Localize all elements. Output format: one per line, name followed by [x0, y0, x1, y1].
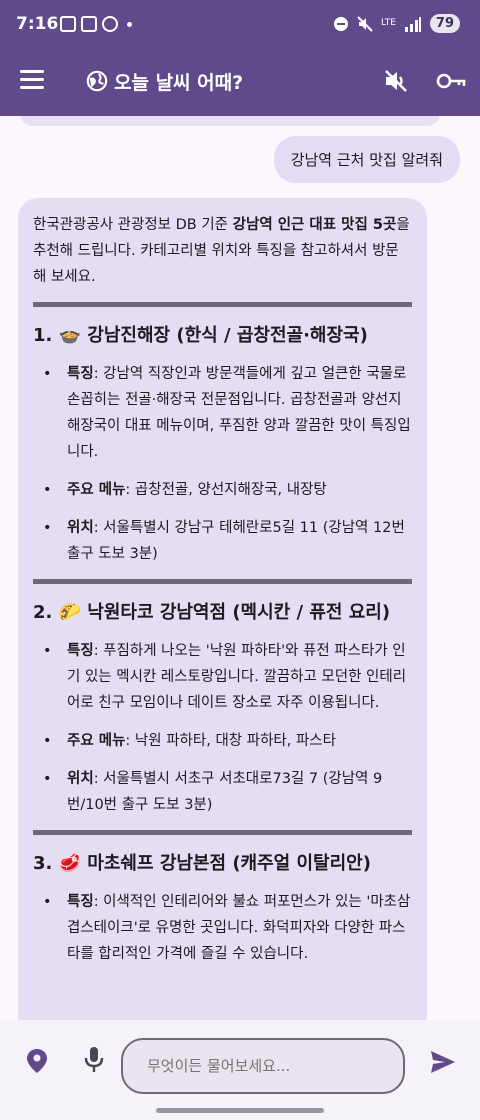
- user-message-bubble: 강남역 근처 맛집 알려줘: [273, 136, 460, 183]
- more-notifications-icon: [127, 21, 132, 27]
- detail-text: : 푸짐하게 나오는 '낙원 파하타'와 퓨전 파스타가 인기 있는 멕시칸 레…: [67, 643, 407, 711]
- restaurant-details-1: • 특징: 강남역 직장인과 방문객들에게 깊고 얼큰한 국물로 손꼽히는 전골·…: [33, 361, 412, 567]
- restaurant-title-1: 1. 🍲 강남진해장 (한식 / 곱창전골·해장국): [33, 325, 368, 346]
- list-item: • 위치: 서울특별시 강남구 테헤란로5길 11 (강남역 12번 출구 도보 …: [43, 520, 405, 562]
- detail-text: : 강남역 직장인과 방문객들에게 깊고 얼큰한 국물로 손꼽히는 전골·해장국…: [67, 366, 411, 460]
- detail-key: 주요 메뉴: [67, 733, 126, 749]
- list-item: • 주요 메뉴: 낙원 파하타, 대창 파하타, 파스타: [43, 733, 336, 749]
- detail-key: 주요 메뉴: [67, 482, 126, 498]
- bot-message-bubble: 한국관광공사 관광정보 DB 기준 강남역 인근 대표 맛집 5곳을 추천해 드…: [18, 198, 427, 1020]
- input-bar: [0, 1020, 480, 1120]
- notification-icons: [60, 16, 132, 32]
- network-type: LTE: [380, 18, 396, 28]
- detail-text: : 낙원 파하타, 대창 파하타, 파스타: [125, 733, 336, 749]
- bot-intro: 한국관광공사 관광정보 DB 기준 강남역 인근 대표 맛집 5곳을 추천해 드…: [33, 212, 412, 290]
- divider: [33, 302, 412, 307]
- intro-highlight: 강남역 인근 대표 맛집 5곳: [232, 217, 397, 233]
- mute-status-icon: [357, 15, 373, 32]
- detail-text: : 서울특별시 강남구 테헤란로5길 11 (강남역 12번 출구 도보 3분): [67, 520, 405, 562]
- chat-area[interactable]: 강남역 근처 맛집 알려줘 한국관광공사 관광정보 DB 기준 강남역 인근 대…: [0, 116, 480, 1020]
- detail-key: 특징: [67, 643, 94, 659]
- previous-message-bubble: [20, 116, 440, 126]
- detail-key: 특징: [67, 366, 94, 382]
- detail-text: : 곱창전골, 양선지해장국, 내장탕: [125, 482, 327, 498]
- detail-text: : 서울특별시 서초구 서초대로73길 7 (강남역 9번/10번 출구 도보 …: [67, 771, 383, 813]
- line-icon: [102, 16, 118, 32]
- volume-off-icon[interactable]: [383, 69, 409, 93]
- restaurant-title-3: 3. 🥩 마초쉐프 강남본점 (캐주얼 이탈리안): [33, 853, 371, 874]
- app-bar: 7:16 LTE 79 오늘 날씨 어때?: [0, 0, 480, 116]
- detail-text: : 이색적인 인테리어와 불쇼 퍼포먼스가 있는 '마초삼겹스테이크'로 유명한…: [67, 894, 411, 962]
- dnd-icon: [333, 16, 348, 31]
- list-item: • 특징: 이색적인 인테리어와 불쇼 퍼포먼스가 있는 '마초삼겹스테이크'로 …: [43, 894, 411, 962]
- list-item: • 주요 메뉴: 곱창전골, 양선지해장국, 내장탕: [43, 482, 327, 498]
- list-item: • 위치: 서울특별시 서초구 서초대로73길 7 (강남역 9번/10번 출구 …: [43, 771, 383, 813]
- status-bar: 7:16 LTE 79: [0, 0, 480, 52]
- microphone-icon[interactable]: [84, 1046, 104, 1074]
- detail-key: 위치: [67, 520, 94, 536]
- list-item: • 특징: 푸짐하게 나오는 '낙원 파하타'와 퓨전 파스타가 인기 있는 멕시…: [43, 643, 407, 711]
- voip-icon: [81, 16, 97, 32]
- screenshot-icon: [60, 16, 76, 32]
- signal-icon: [404, 16, 421, 32]
- location-pin-icon[interactable]: [26, 1048, 48, 1074]
- battery-level: 79: [429, 14, 460, 33]
- restaurant-title-2: 2. 🌮 낙원타코 강남역점 (멕시칸 / 퓨전 요리): [33, 602, 391, 623]
- status-right: LTE 79: [333, 14, 460, 33]
- detail-key: 위치: [67, 771, 94, 787]
- restaurant-details-3: • 특징: 이색적인 인테리어와 불쇼 퍼포먼스가 있는 '마초삼겹스테이크'로 …: [33, 889, 412, 967]
- divider: [33, 579, 412, 584]
- list-item: • 특징: 강남역 직장인과 방문객들에게 깊고 얼큰한 국물로 손꼽히는 전골·…: [43, 366, 411, 460]
- detail-key: 특징: [67, 894, 94, 910]
- home-indicator[interactable]: [156, 1108, 324, 1113]
- page-title: 오늘 날씨 어때?: [114, 72, 244, 94]
- menu-icon[interactable]: [20, 70, 44, 90]
- divider: [33, 830, 412, 835]
- key-icon[interactable]: [436, 70, 466, 92]
- restaurant-details-2: • 특징: 푸짐하게 나오는 '낙원 파하타'와 퓨전 파스타가 인기 있는 멕시…: [33, 638, 412, 818]
- globe-icon: [86, 70, 108, 92]
- send-icon[interactable]: [430, 1050, 456, 1074]
- status-time: 7:16: [16, 14, 59, 34]
- intro-text: 한국관광공사 관광정보 DB 기준: [33, 217, 233, 233]
- message-input[interactable]: [121, 1038, 405, 1094]
- user-message-text: 강남역 근처 맛집 알려줘: [290, 151, 443, 169]
